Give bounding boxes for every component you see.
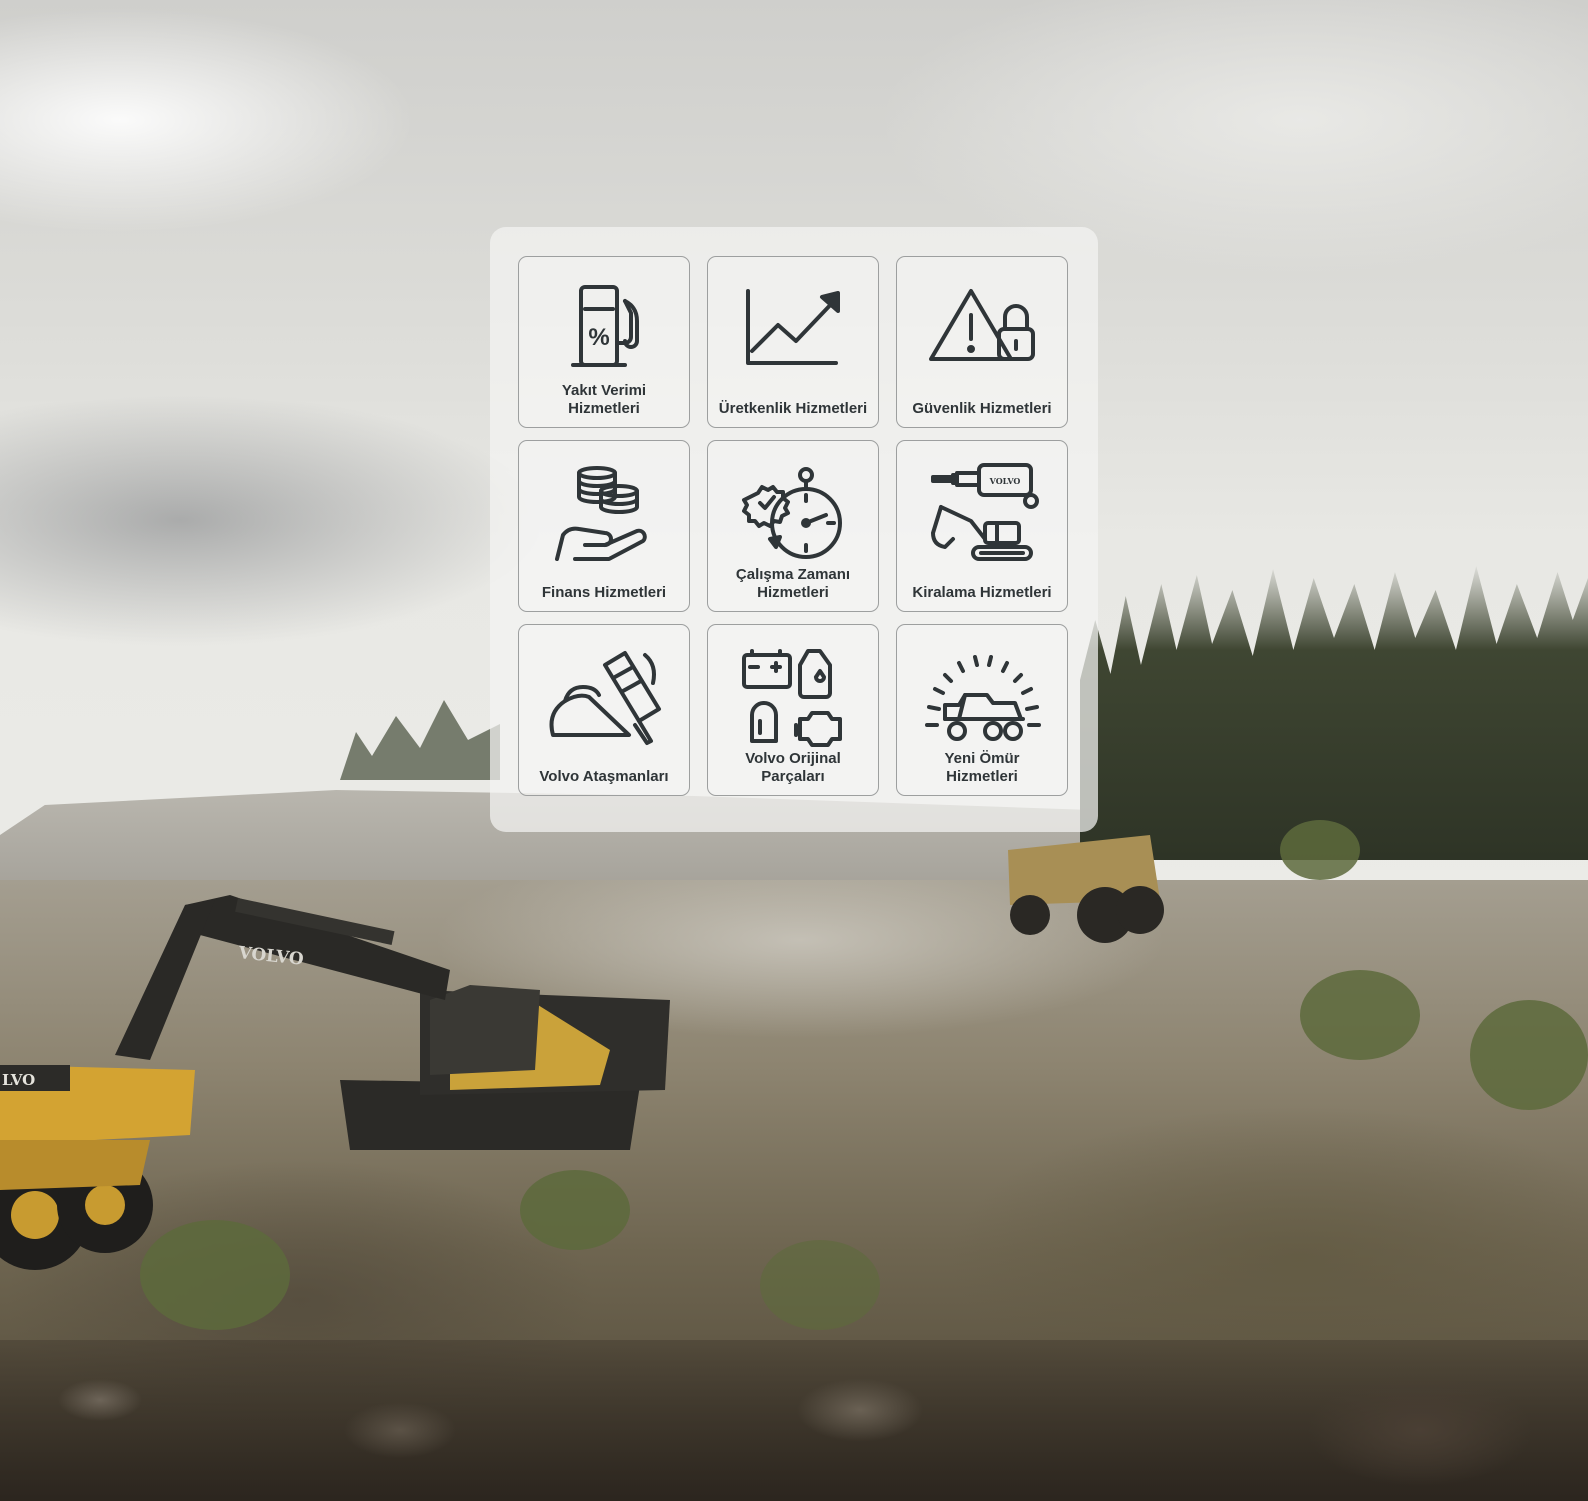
tile-new-life[interactable]: Yeni Ömür Hizmetleri [896, 624, 1068, 796]
tile-label: Güvenlik Hizmetleri [912, 400, 1052, 417]
tile-genuine-parts[interactable]: Volvo Orijinal Parçaları [707, 624, 879, 796]
tile-rental[interactable]: VOLVO Kiralama Hizmetleri [896, 440, 1068, 612]
truck-brand-text: LVO [2, 1071, 35, 1089]
excavator: VOLVO [115, 895, 670, 1150]
key-brand-text: VOLVO [989, 476, 1021, 486]
tile-label: Yeni Ömür Hizmetleri [944, 750, 1020, 785]
hauler-right [1008, 835, 1164, 943]
tile-finance[interactable]: Finans Hizmetleri [518, 440, 690, 612]
tile-uptime[interactable]: Çalışma Zamanı Hizmetleri [707, 440, 879, 612]
tile-fuel-efficiency[interactable]: % Yakıt Verimi Hizmetleri [518, 256, 690, 428]
tile-productivity[interactable]: Üretkenlik Hizmetleri [707, 256, 879, 428]
safety-warning-lock-icon [923, 279, 1043, 389]
services-panel: % Yakıt Verimi Hizmetleri Üretkenlik Hiz… [490, 227, 1098, 832]
uptime-gear-stopwatch-icon [734, 463, 854, 573]
tile-safety[interactable]: Güvenlik Hizmetleri [896, 256, 1068, 428]
rental-key-excavator-icon: VOLVO [923, 463, 1043, 573]
genuine-parts-icon [734, 647, 854, 757]
attachments-bucket-hammer-icon [545, 647, 665, 757]
new-life-truck-icon [923, 647, 1043, 757]
tile-attachments[interactable]: Volvo Ataşmanları [518, 624, 690, 796]
tile-label: Volvo Ataşmanları [539, 768, 669, 785]
tile-label: Finans Hizmetleri [541, 584, 667, 601]
fuel-efficiency-icon: % [545, 279, 665, 389]
percent-glyph: % [588, 324, 609, 351]
tile-label: Üretkenlik Hizmetleri [718, 400, 868, 417]
productivity-chart-icon [734, 279, 854, 389]
finance-coins-hand-icon [545, 463, 665, 573]
tile-label: Yakıt Verimi Hizmetleri [561, 382, 647, 417]
tile-label: Volvo Orijinal Parçaları [745, 750, 841, 785]
tile-label: Kiralama Hizmetleri [912, 584, 1052, 601]
tile-label: Çalışma Zamanı Hizmetleri [735, 566, 851, 601]
dump-truck-left: LVO [0, 1065, 195, 1270]
